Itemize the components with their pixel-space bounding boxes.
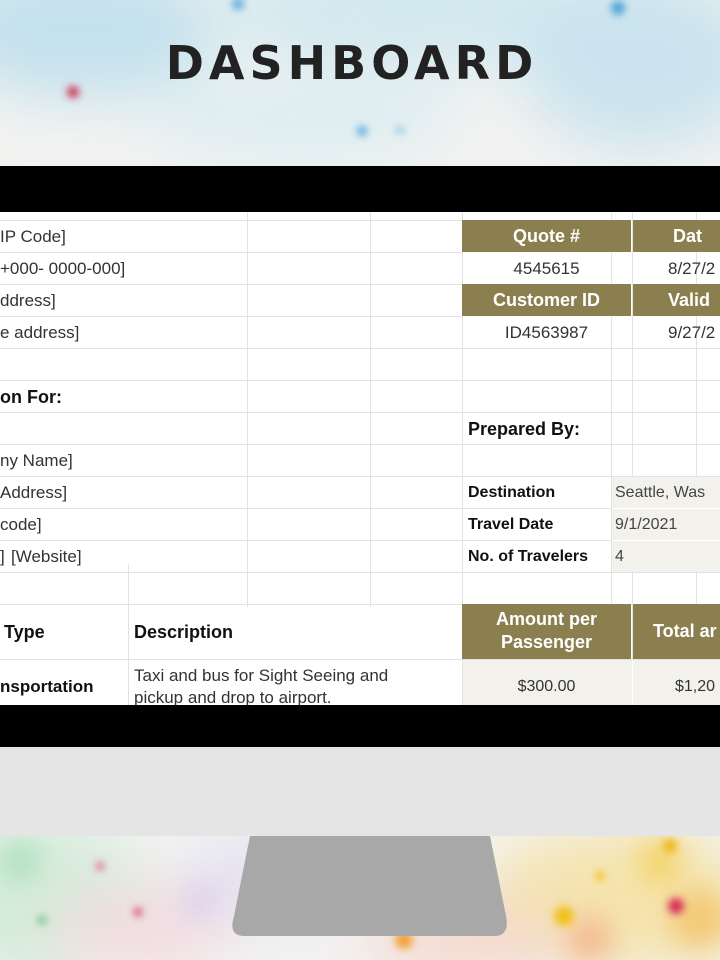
customer-id-value: ID4563987 [504, 323, 589, 342]
client-website-prefix: ] [0, 547, 5, 566]
destination-label: Destination [468, 484, 556, 501]
travel-date-label: Travel Date [468, 516, 554, 533]
company-address: ddress] [0, 291, 56, 310]
customer-id-header: Customer ID [462, 284, 631, 316]
quote-number-header: Quote # [462, 220, 631, 252]
client-website: [Website] [11, 547, 82, 566]
page-title: DASHBOARD [165, 36, 539, 90]
cutoff-text: ▔▔▔▔▔▔ [0, 212, 78, 218]
table-row-amount: $300.00 [517, 678, 576, 695]
date-value: 8/27/2 [668, 259, 716, 278]
client-zip: code] [0, 515, 42, 534]
table-row-type: nsportation [0, 677, 94, 696]
table-row-total: $1,20 [675, 678, 716, 695]
quotation-for-heading: on For: [0, 387, 62, 407]
client-company-name: ny Name] [0, 451, 73, 470]
valid-until-header: Valid [633, 284, 720, 316]
travel-date-value: 9/1/2021 [615, 516, 678, 533]
valid-until-value: 9/27/2 [668, 323, 716, 342]
company-zip: IP Code] [0, 227, 66, 246]
type-header: Type [4, 622, 45, 642]
date-header: Dat [633, 220, 720, 252]
company-phone: +000- 0000-000] [0, 259, 126, 278]
travelers-label: No. of Travelers [468, 548, 589, 565]
prepared-by-label: Prepared By: [468, 419, 581, 439]
table-row-description-line1: Taxi and bus for Sight Seeing and [134, 666, 389, 685]
travelers-value: 4 [615, 548, 624, 565]
quote-number-value: 4545615 [513, 259, 580, 278]
monitor-bezel-bottom [0, 705, 720, 747]
description-header: Description [134, 622, 234, 642]
client-address: Address] [0, 483, 68, 502]
monitor-chin [0, 747, 720, 836]
spreadsheet-screen: ▔▔▔▔▔▔ IP Code] +000- 0000-000] ddress] … [0, 212, 720, 705]
table-row-description-line2: pickup and drop to airport. [134, 688, 332, 705]
total-amount-header: Total ar [633, 604, 720, 659]
destination-value: Seattle, Was [615, 484, 706, 501]
monitor-bezel-top [0, 166, 720, 212]
amount-per-passenger-header: Amount per Passenger [462, 604, 631, 659]
monitor-stand [232, 836, 507, 936]
company-email: e address] [0, 323, 80, 342]
